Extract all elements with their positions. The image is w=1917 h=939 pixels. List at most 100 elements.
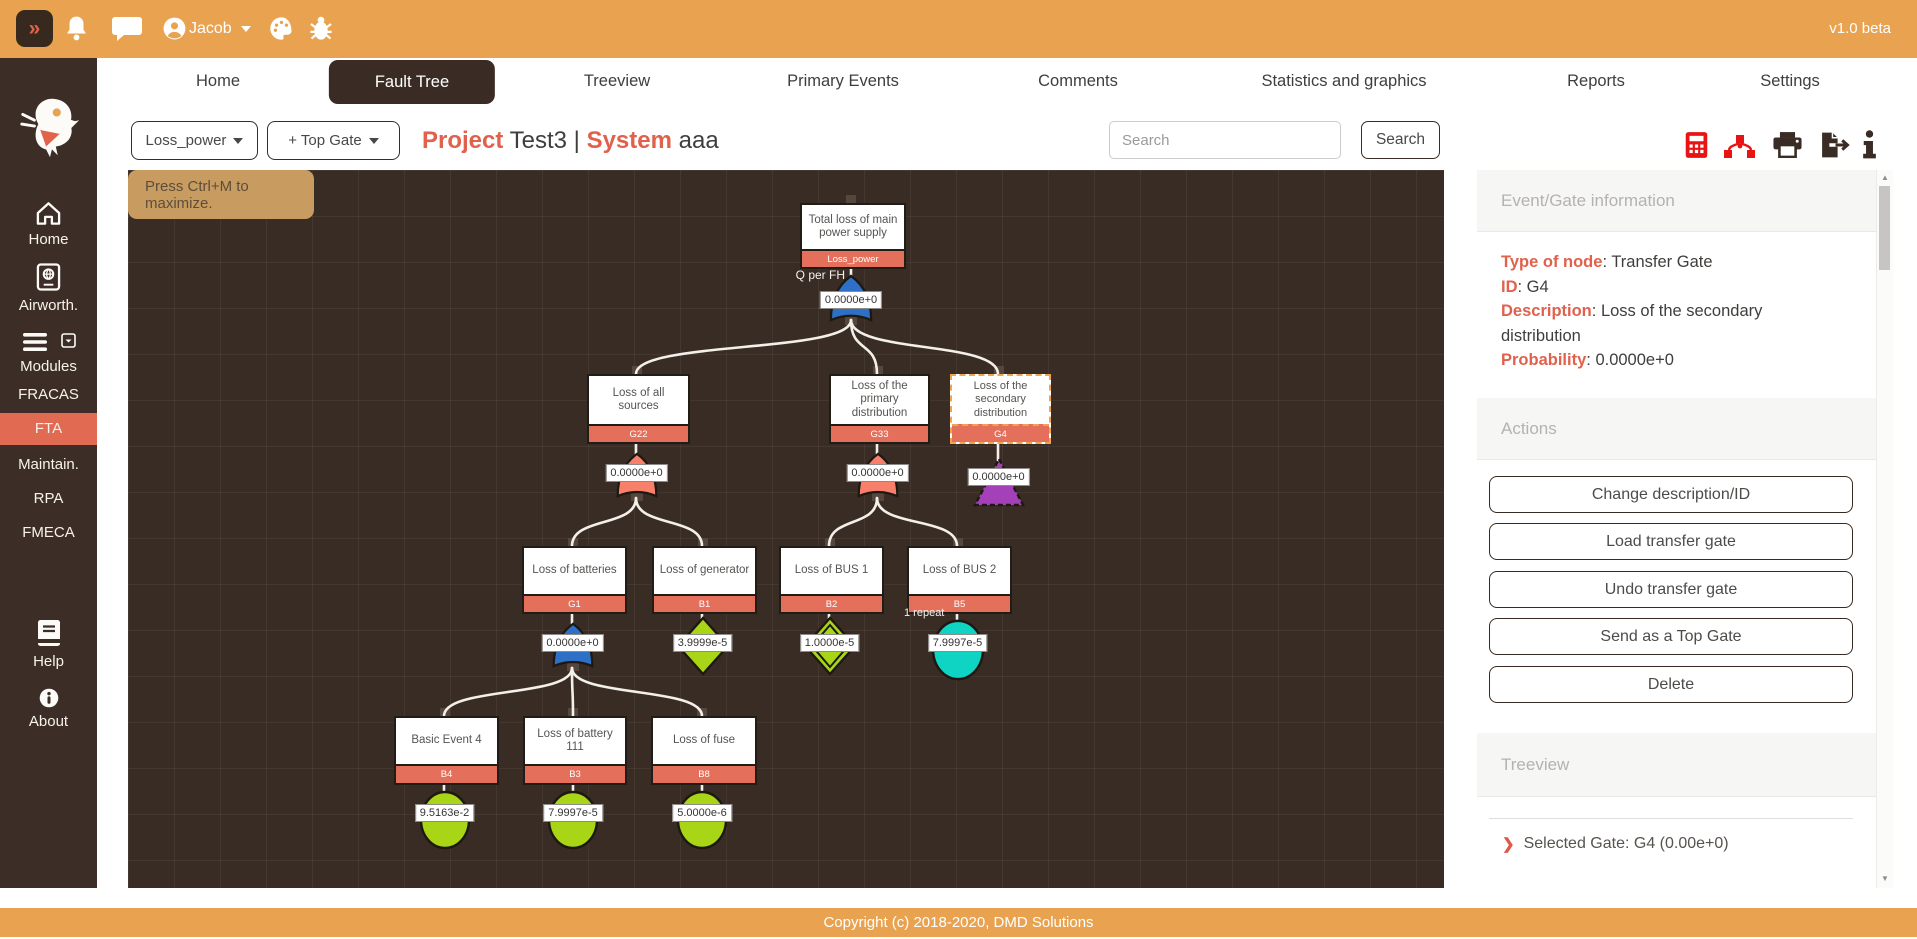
send-as-top-gate-button[interactable]: Send as a Top Gate <box>1489 618 1853 655</box>
gate-value-G4: 0.0000e+0 <box>967 468 1029 486</box>
scrollbar-thumb[interactable] <box>1879 186 1890 270</box>
sidebar-item-fmeca[interactable]: FMECA <box>0 524 97 541</box>
user-avatar-icon[interactable] <box>162 16 187 46</box>
sidebar-item-rpa[interactable]: RPA <box>0 490 97 507</box>
notifications-bell-icon[interactable] <box>63 14 90 49</box>
sidebar-item-help[interactable]: Help <box>0 618 97 670</box>
undo-transfer-gate-button[interactable]: Undo transfer gate <box>1489 571 1853 608</box>
delete-button[interactable]: Delete <box>1489 666 1853 703</box>
app-logo <box>0 91 97 170</box>
load-transfer-gate-button[interactable]: Load transfer gate <box>1489 523 1853 560</box>
sidebar-expand-button[interactable]: » <box>16 10 53 47</box>
tree-node-B8[interactable]: Loss of fuseB8 <box>651 716 757 785</box>
node-label: Loss of BUS 2 <box>909 548 1010 594</box>
add-top-gate-dropdown[interactable]: + Top Gate <box>267 121 400 160</box>
node-id-bar: B4 <box>396 764 497 783</box>
gate-value-G1: 0.0000e+0 <box>541 634 603 652</box>
gate-value-B4: 9.5163e-2 <box>415 804 475 822</box>
tree-node-B1[interactable]: Loss of generatorB1 <box>652 546 757 614</box>
gate-value-B5: 7.9997e-5 <box>928 634 988 652</box>
chat-icon[interactable] <box>111 15 143 48</box>
minimal-cut-sets-icon[interactable] <box>1723 134 1757 164</box>
tree-node-G22[interactable]: Loss of all sourcesG22 <box>587 374 690 444</box>
node-label: Loss of battery 111 <box>525 718 625 764</box>
node-label: Total loss of main power supply <box>802 205 904 249</box>
modules-expand-icon[interactable] <box>61 333 76 353</box>
search-button[interactable]: Search <box>1361 121 1440 159</box>
tree-node-B4[interactable]: Basic Event 4B4 <box>394 716 499 785</box>
tab-fault-tree[interactable]: Fault Tree <box>329 60 495 104</box>
tab-settings[interactable]: Settings <box>1760 58 1820 105</box>
sidebar-item-airworthiness[interactable]: Airworth. <box>0 262 97 314</box>
user-name[interactable]: Jacob <box>189 0 232 58</box>
sidebar-item-fta[interactable]: FTA <box>0 413 97 445</box>
gate-value-B1: 3.9999e-5 <box>673 634 733 652</box>
theme-palette-icon[interactable] <box>268 15 295 47</box>
maximize-tooltip: Press Ctrl+M to maximize. <box>128 170 314 219</box>
node-id-bar: G4 <box>952 424 1049 442</box>
fault-tree-canvas[interactable]: Total loss of main power supplyLoss_powe… <box>128 170 1444 888</box>
version-label: v1.0 beta <box>1829 0 1891 58</box>
field-description: DescriptionLoss of the secondary distrib… <box>1501 299 1837 348</box>
info-circle-icon <box>39 688 59 708</box>
tab-comments[interactable]: Comments <box>1038 58 1118 105</box>
tab-reports[interactable]: Reports <box>1567 58 1625 105</box>
tree-node-G1[interactable]: Loss of batteriesG1 <box>522 546 627 614</box>
export-file-icon[interactable] <box>1819 131 1850 164</box>
sidebar-item-home[interactable]: Home <box>0 200 97 248</box>
tab-home[interactable]: Home <box>196 58 240 105</box>
passport-globe-icon <box>36 262 61 292</box>
scroll-up-icon[interactable]: ▲ <box>1877 173 1893 182</box>
node-id-bar: B3 <box>525 764 625 783</box>
chevron-right-icon: ❯ <box>1502 835 1515 853</box>
treeview-selected-gate[interactable]: ❯ Selected Gate: G4 (0.00e+0) <box>1502 833 1729 855</box>
page-title: Project Test3 | System aaa <box>422 121 719 161</box>
print-icon[interactable] <box>1772 131 1803 163</box>
tree-node-Loss_power[interactable]: Total loss of main power supplyLoss_powe… <box>800 203 906 269</box>
divider <box>1489 818 1853 819</box>
treeview-header: Treeview <box>1477 733 1877 797</box>
gate-value-Loss_power: 0.0000e+0 <box>820 291 882 309</box>
tab-primary-events[interactable]: Primary Events <box>787 58 899 105</box>
user-menu-caret-icon[interactable] <box>241 26 251 32</box>
node-label: Loss of fuse <box>653 718 755 764</box>
tree-node-B5[interactable]: Loss of BUS 2B5 <box>907 546 1012 614</box>
gate-select-dropdown[interactable]: Loss_power <box>131 121 258 160</box>
caret-down-icon <box>233 138 243 144</box>
gate-value-B2: 1.0000e-5 <box>800 634 860 652</box>
tree-node-G33[interactable]: Loss of the primary distributionG33 <box>829 374 930 444</box>
node-label: Loss of generator <box>654 548 755 594</box>
calculate-icon[interactable] <box>1684 131 1709 164</box>
node-id-bar: B1 <box>654 594 755 612</box>
help-book-icon <box>36 618 62 648</box>
debug-bug-icon[interactable] <box>307 14 335 48</box>
node-label: Loss of all sources <box>589 376 688 424</box>
scroll-down-icon[interactable]: ▼ <box>1877 874 1893 883</box>
tab-treeview[interactable]: Treeview <box>584 58 650 105</box>
node-label: Loss of batteries <box>524 548 625 594</box>
field-probability: Probability0.0000e+0 <box>1501 348 1837 373</box>
node-id-bar: B2 <box>781 594 882 612</box>
tab-statistics-and-graphics[interactable]: Statistics and graphics <box>1261 58 1426 105</box>
info-icon[interactable] <box>1862 130 1877 164</box>
sidebar-item-maintain[interactable]: Maintain. <box>0 456 97 473</box>
field-id: IDG4 <box>1501 275 1837 300</box>
change-description-id-button[interactable]: Change description/ID <box>1489 476 1853 513</box>
panel-scrollbar[interactable]: ▲ ▼ <box>1876 170 1893 888</box>
home-icon <box>35 200 62 226</box>
footer: Copyright (c) 2018-2020, DMD Solutions <box>0 908 1917 937</box>
gate-value-G33: 0.0000e+0 <box>846 464 908 482</box>
node-label: Basic Event 4 <box>396 718 497 764</box>
node-id-bar: G1 <box>524 594 625 612</box>
gate-value-B3: 7.9997e-5 <box>543 804 603 822</box>
tree-node-G4[interactable]: Loss of the secondary distributionG4 <box>950 374 1051 444</box>
tree-node-B3[interactable]: Loss of battery 111B3 <box>523 716 627 785</box>
top-bar: » Jacob v1.0 beta <box>0 0 1917 58</box>
sidebar: Home Airworth. Modules FRACAS FTA Mainta… <box>0 58 97 888</box>
search-input[interactable] <box>1109 121 1341 159</box>
tree-node-B2[interactable]: Loss of BUS 1B2 <box>779 546 884 614</box>
gate-value-G22: 0.0000e+0 <box>605 464 667 482</box>
sidebar-item-modules[interactable]: Modules <box>0 331 97 375</box>
sidebar-item-fracas[interactable]: FRACAS <box>0 386 97 403</box>
sidebar-item-about[interactable]: About <box>0 688 97 730</box>
